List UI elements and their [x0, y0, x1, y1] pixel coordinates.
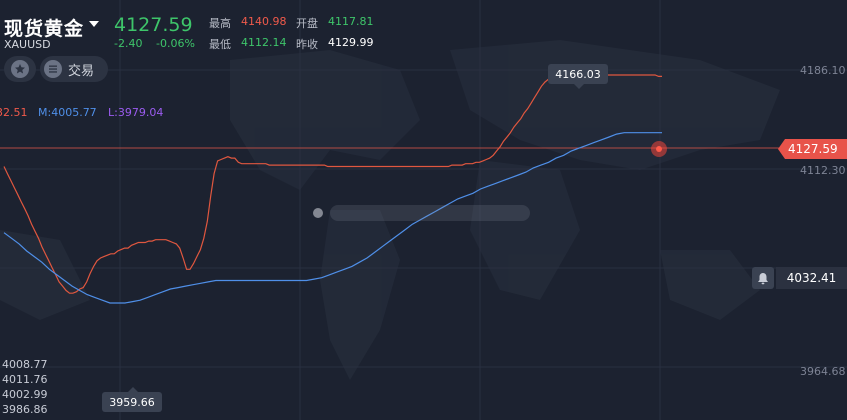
current-price-tag: 4127.59: [778, 139, 847, 159]
bell-icon[interactable]: [752, 267, 774, 289]
chevron-down-icon[interactable]: [89, 21, 99, 27]
price-chart[interactable]: [0, 0, 847, 420]
middle-band-value: M:4005.77: [38, 106, 97, 119]
y-axis-label: 3964.68: [800, 365, 846, 378]
instrument-title[interactable]: 现货黄金: [4, 14, 84, 41]
open-value: 4117.81: [328, 15, 374, 28]
bollinger-bands: [3, 70, 662, 304]
left-price-label: 4011.76: [2, 373, 48, 386]
price-change: -2.40: [114, 37, 143, 50]
favorite-button[interactable]: [4, 56, 36, 82]
star-icon: [11, 60, 29, 78]
low-value: 4112.14: [241, 36, 287, 49]
left-price-label: 4002.99: [2, 388, 48, 401]
prev-close-value: 4129.99: [328, 36, 374, 49]
price-alert[interactable]: 4032.41: [752, 267, 847, 289]
low-marker: 3959.66: [102, 387, 162, 412]
left-price-label: 4008.77: [2, 358, 48, 371]
prev-close-label: 昨收: [296, 38, 318, 51]
trade-button[interactable]: 交易: [40, 56, 108, 82]
high-value: 4140.98: [241, 15, 287, 28]
alert-price-value: 4032.41: [776, 267, 847, 289]
y-axis-label: 4112.30: [800, 164, 846, 177]
low-marker-pointer: [128, 387, 138, 392]
watermark: [313, 205, 530, 221]
high-marker-value: 4166.03: [555, 67, 601, 81]
y-axis-label: 4186.10: [800, 64, 846, 77]
instrument-symbol: XAUUSD: [4, 38, 51, 51]
high-label: 最高: [209, 17, 231, 30]
high-marker: 4166.03: [548, 64, 608, 89]
live-price-dot: [656, 146, 662, 152]
left-price-label: 3986.86: [2, 403, 48, 416]
last-price: 4127.59: [114, 14, 193, 36]
price-change-percent: -0.06%: [156, 37, 195, 50]
menu-icon: [44, 60, 62, 78]
trade-label: 交易: [68, 63, 95, 79]
low-label: 最低: [209, 38, 231, 51]
low-marker-value: 3959.66: [109, 395, 155, 409]
high-marker-pointer: [574, 84, 584, 89]
current-price-tag-value: 4127.59: [788, 142, 838, 156]
open-label: 开盘: [296, 17, 318, 30]
upper-band-line: [3, 70, 662, 294]
upper-band-value: 32.51: [0, 106, 28, 119]
lower-band-value: L:3979.04: [108, 106, 164, 119]
